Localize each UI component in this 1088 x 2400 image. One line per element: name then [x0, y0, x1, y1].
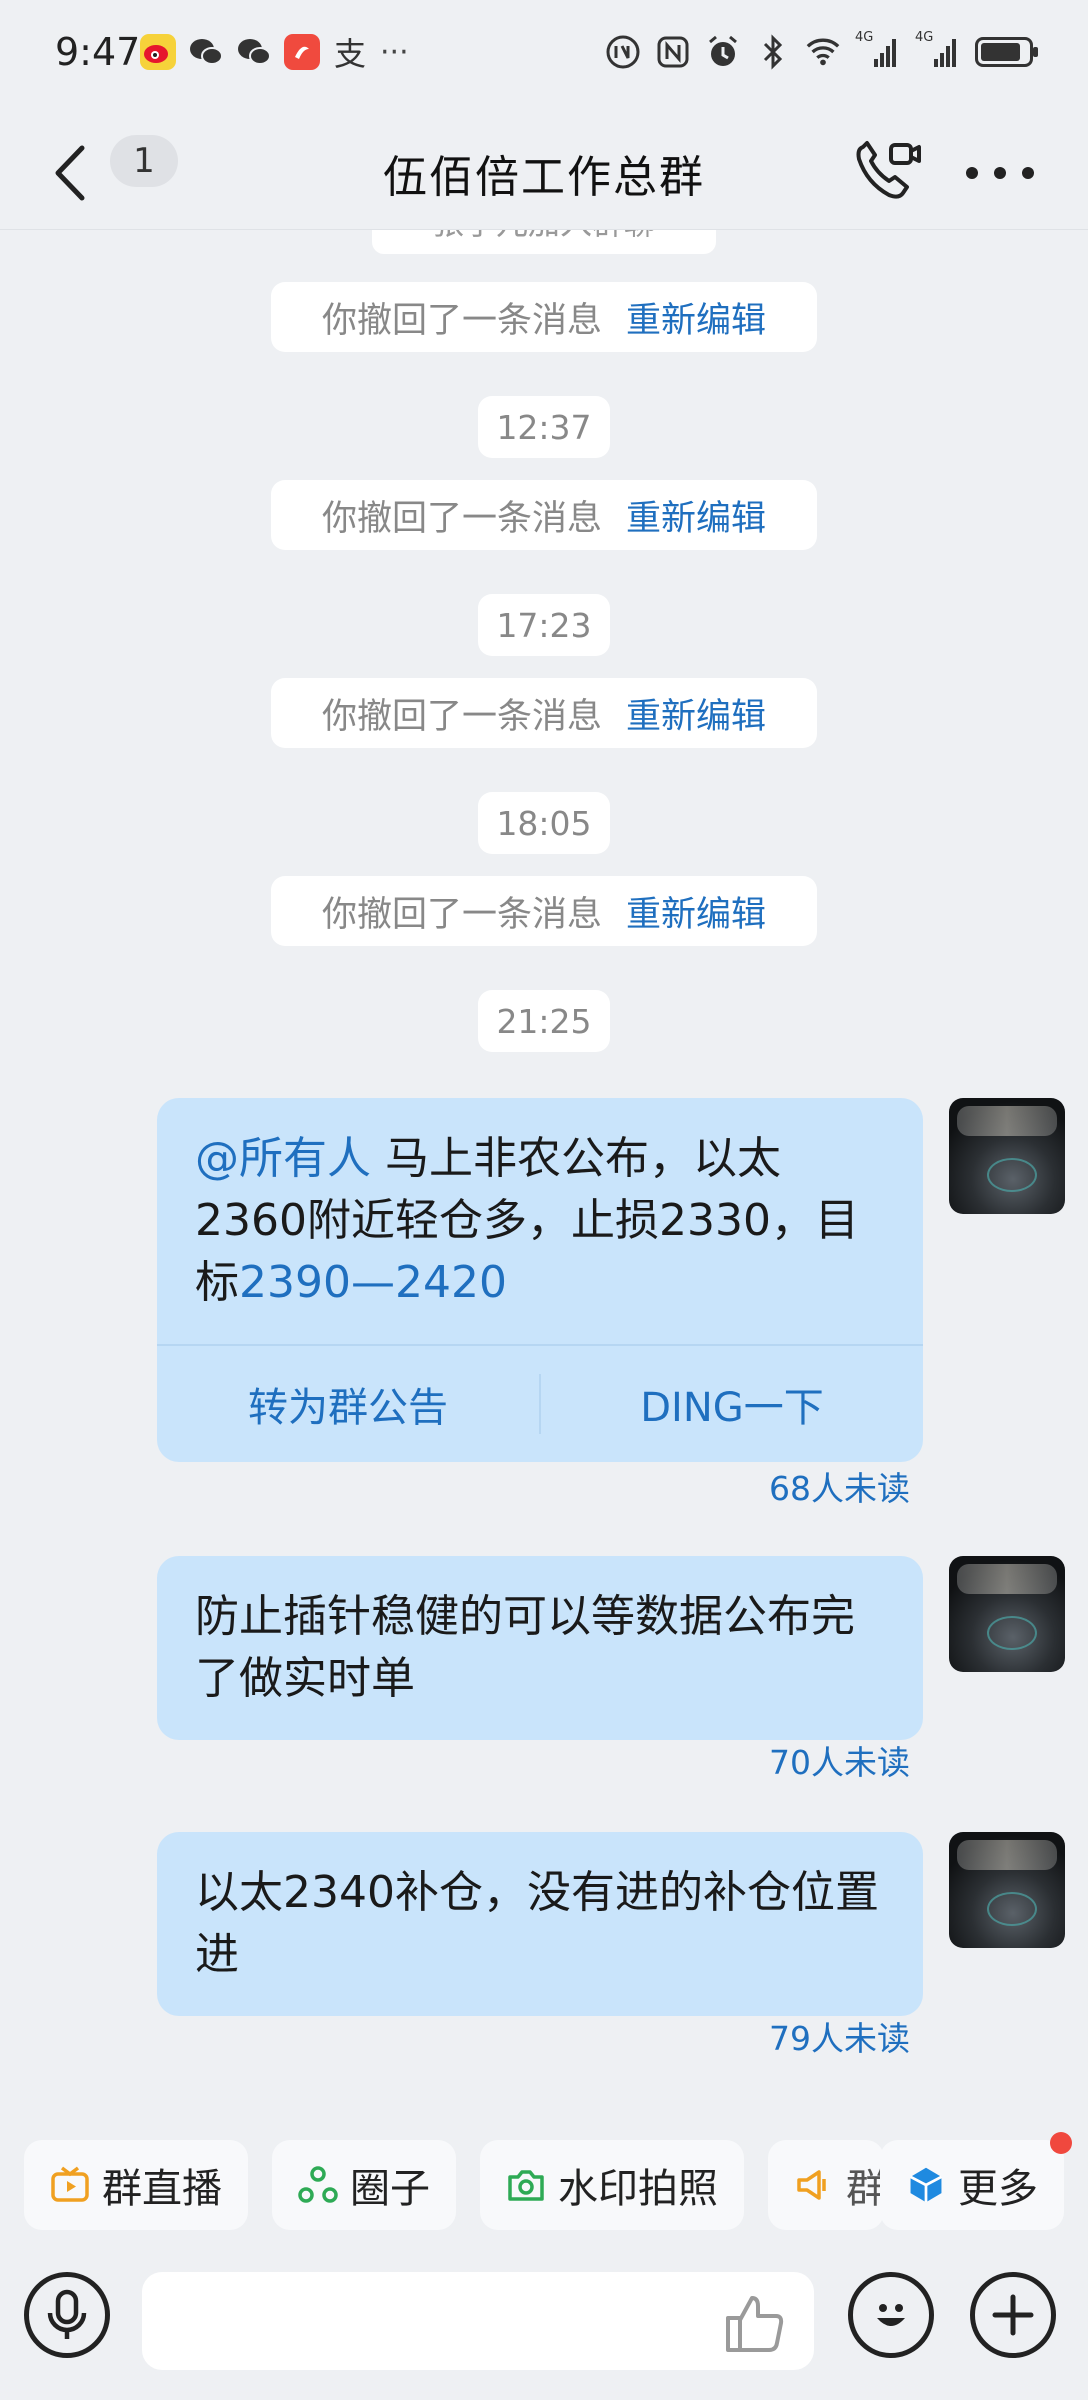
- plus-icon: [992, 2294, 1034, 2336]
- system-notice: 张子兀加入群聊: [372, 230, 716, 254]
- nfc-icon: [655, 34, 691, 70]
- timestamp: 21:25: [478, 990, 610, 1052]
- more-actions-button[interactable]: 更多: [880, 2140, 1064, 2230]
- more-dots-icon: ···: [380, 34, 409, 70]
- cellular-signal-icon: 4G: [915, 30, 961, 70]
- avatar[interactable]: [949, 1556, 1065, 1672]
- message-text: @所有人 马上非农公布，以太2360附近轻仓多，止损2330，目标2390—24…: [195, 1133, 859, 1308]
- wifi-icon: [805, 34, 841, 70]
- phone-video-icon: [856, 141, 921, 199]
- microphone-icon: [47, 2289, 87, 2339]
- message-bubble[interactable]: @所有人 马上非农公布，以太2360附近轻仓多，止损2330，目标2390—24…: [157, 1098, 923, 1462]
- status-system-icons: 4G 4G: [605, 30, 1038, 70]
- add-button[interactable]: [970, 2272, 1056, 2358]
- video-call-button[interactable]: [850, 133, 926, 209]
- group-live-button[interactable]: 群直播: [24, 2140, 248, 2230]
- status-app-icons: 支 ···: [140, 34, 409, 73]
- status-bar: 9:47 支 ··· 4G 4G: [0, 0, 1088, 115]
- notification-dot: [1050, 2132, 1072, 2154]
- recall-notice: 你撤回了一条消息 重新编辑: [271, 282, 817, 352]
- quick-action-bar: 群直播 圈子 水印拍照 群 更多: [0, 2132, 1088, 2235]
- circle-group-icon: [298, 2165, 338, 2205]
- re-edit-link[interactable]: 重新编辑: [626, 292, 766, 343]
- read-status[interactable]: 79人未读: [769, 2012, 910, 2060]
- set-announcement-button[interactable]: 转为群公告: [157, 1346, 539, 1462]
- emoji-button[interactable]: [848, 2272, 934, 2358]
- smiley-icon: [877, 2304, 905, 2326]
- live-tv-icon: [50, 2165, 90, 2205]
- camera-icon: [506, 2165, 546, 2205]
- re-edit-link[interactable]: 重新编辑: [626, 688, 766, 739]
- timestamp: 17:23: [478, 594, 610, 656]
- recall-notice: 你撤回了一条消息 重新编辑: [271, 876, 817, 946]
- status-time: 9:47: [55, 30, 141, 74]
- megaphone-icon: [794, 2165, 834, 2205]
- number-link[interactable]: 2390—2420: [239, 1257, 507, 1308]
- input-bar: [0, 2260, 1088, 2400]
- thumbs-up-icon[interactable]: [720, 2290, 786, 2356]
- message-list[interactable]: 张子兀加入群聊 你撤回了一条消息 重新编辑 12:37 你撤回了一条消息 重新编…: [0, 230, 1088, 2100]
- message-bubble[interactable]: 以太2340补仓，没有进的补仓位置进: [157, 1832, 923, 2016]
- more-options-button[interactable]: [960, 145, 1040, 201]
- recall-notice: 你撤回了一条消息 重新编辑: [271, 480, 817, 550]
- group-announcement-button[interactable]: 群: [768, 2140, 884, 2230]
- re-edit-link[interactable]: 重新编辑: [626, 490, 766, 541]
- re-edit-link[interactable]: 重新编辑: [626, 886, 766, 937]
- cube-icon: [906, 2165, 946, 2205]
- wechat-icon: [188, 34, 224, 70]
- message-text: 防止插针稳健的可以等数据公布完了做实时单: [195, 1591, 855, 1704]
- bluetooth-icon: [755, 34, 791, 70]
- timestamp: 18:05: [478, 792, 610, 854]
- alipay-icon: 支: [333, 35, 366, 73]
- read-status[interactable]: 70人未读: [769, 1736, 910, 1784]
- message-bubble[interactable]: 防止插针稳健的可以等数据公布完了做实时单: [157, 1556, 923, 1740]
- ding-button[interactable]: DING一下: [541, 1346, 923, 1462]
- cellular-signal-icon: 4G: [855, 30, 901, 70]
- recall-notice: 你撤回了一条消息 重新编辑: [271, 678, 817, 748]
- voice-button[interactable]: [24, 2272, 110, 2358]
- weibo-icon: [140, 34, 176, 70]
- battery-icon: [975, 37, 1038, 67]
- chat-header: 1 伍佰倍工作总群: [0, 115, 1088, 230]
- timestamp: 12:37: [478, 396, 610, 458]
- avatar[interactable]: [949, 1832, 1065, 1948]
- avatar[interactable]: [949, 1098, 1065, 1214]
- wechat-icon: [236, 34, 272, 70]
- watermark-camera-button[interactable]: 水印拍照: [480, 2140, 744, 2230]
- message-input[interactable]: [142, 2272, 814, 2370]
- alarm-icon: [705, 34, 741, 70]
- mention-all-link[interactable]: @所有人: [195, 1133, 371, 1184]
- message-actions: 转为群公告 DING一下: [157, 1344, 923, 1462]
- message-text: 以太2340补仓，没有进的补仓位置进: [195, 1867, 879, 1980]
- circle-button[interactable]: 圈子: [272, 2140, 456, 2230]
- xiaohongshu-icon: [284, 34, 320, 70]
- read-status[interactable]: 68人未读: [769, 1462, 910, 1510]
- nfc-alt-icon: [605, 34, 641, 70]
